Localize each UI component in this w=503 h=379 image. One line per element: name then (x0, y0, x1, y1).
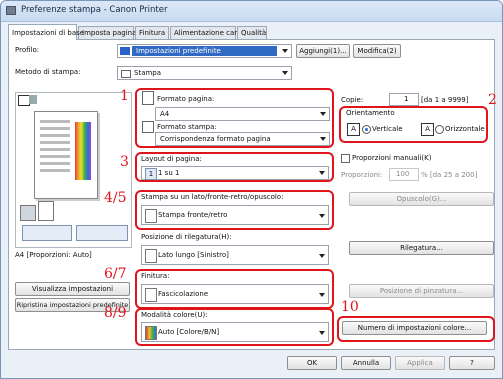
color-mode-icon (145, 326, 157, 340)
chevron-down-icon (319, 254, 325, 258)
profile-select[interactable]: Impostazioni predefinite (117, 44, 292, 58)
ok-button[interactable]: OK (287, 356, 337, 370)
scale-range: % [da 25 a 200] (421, 171, 478, 179)
modify-profile-button[interactable]: Modifica(2) (353, 44, 401, 58)
profile-icon (120, 47, 130, 55)
manual-scaling-checkbox[interactable] (341, 154, 350, 163)
chevron-down-icon (319, 214, 325, 218)
callout-8-9: 8/9 (104, 305, 127, 321)
tab-paper-source[interactable]: Alimentazione carta (170, 26, 244, 39)
tab-page-setup[interactable]: Imposta pagina (78, 26, 136, 39)
landscape-label: Orizzontale (445, 125, 485, 133)
callout-6-7: 6/7 (104, 266, 127, 282)
layout-select[interactable]: 1 1 su 1 (141, 166, 329, 180)
tab-finishing[interactable]: Finitura (135, 26, 169, 39)
chevron-down-icon (319, 331, 325, 335)
binding-layout-icon[interactable] (76, 225, 128, 241)
chevron-down-icon (320, 137, 326, 141)
preview-caption: A4 [Proporzioni: Auto] (15, 251, 92, 259)
chevron-down-icon (319, 171, 325, 175)
callout-2: 2 (488, 92, 497, 108)
callout-10: 10 (341, 299, 359, 315)
output-method-label: Metodo di stampa: (15, 68, 81, 76)
printer-icon (6, 6, 16, 15)
page-size-icon (142, 91, 154, 105)
print-preferences-window: Preferenze stampa - Canon Printer Impost… (0, 0, 503, 379)
portrait-radio[interactable] (362, 125, 371, 134)
tab-basic-settings[interactable]: Impostazioni di base (8, 24, 84, 40)
finishing-value: Fascicolazione (158, 290, 209, 298)
page-preview (34, 111, 98, 199)
page-size-value: A4 (160, 110, 170, 118)
collate-icon (145, 288, 157, 302)
tab-quality[interactable]: Qualità (237, 26, 267, 39)
page-size-label: Formato pagina: (157, 95, 215, 103)
color-bars-graphic (75, 122, 91, 180)
apply-button[interactable]: Applica (395, 356, 445, 370)
binding-icon (145, 249, 157, 263)
duplex-icon (145, 209, 157, 223)
page-size-select[interactable]: A4 (155, 107, 330, 121)
profile-value: Impostazioni predefinite (136, 47, 221, 55)
scale-label: Proporzioni: (341, 171, 383, 179)
output-size-label: Formato stampa: (157, 123, 217, 131)
duplex-select[interactable]: Stampa fronte/retro (141, 205, 329, 225)
title-bar: Preferenze stampa - Canon Printer (1, 1, 502, 22)
scale-input[interactable]: 100 (389, 168, 419, 181)
landscape-view-icon[interactable] (29, 95, 37, 104)
help-button[interactable]: ? (449, 356, 495, 370)
duplex-label: Stampa su un lato/fronte-retro/opuscolo: (141, 193, 284, 201)
printer-icon (20, 205, 36, 221)
copies-range: [da 1 a 9999] (421, 96, 469, 104)
cancel-button[interactable]: Annulla (341, 356, 391, 370)
output-size-select[interactable]: Corrispondenza formato pagina (155, 132, 330, 146)
print-icon (121, 70, 131, 78)
chevron-down-icon (319, 293, 325, 297)
output-size-value: Corrispondenza formato pagina (160, 135, 271, 143)
output-size-icon (142, 121, 154, 133)
duplex-value: Stampa fronte/retro (158, 211, 228, 219)
portrait-icon: A (347, 123, 360, 136)
preview-pane (15, 92, 132, 248)
callout-1: 1 (120, 88, 129, 104)
color-mode-value: Auto [Colore/B/N] (158, 328, 220, 336)
layout-icon: 1 (145, 168, 157, 180)
staple-position-button[interactable]: Posizione di pinzatura... (349, 284, 494, 298)
manual-scaling-label: Proporzioni manuali(K) (352, 154, 432, 162)
copies-value: 1 (404, 95, 409, 103)
chevron-down-icon (320, 112, 326, 116)
binding-value: Lato lungo [Sinistro] (158, 251, 229, 259)
window-title: Preferenze stampa - Canon Printer (21, 5, 168, 15)
output-method-select[interactable]: Stampa (117, 66, 292, 80)
copies-label: Copie: (341, 96, 364, 104)
finishing-select[interactable]: Fascicolazione (141, 284, 329, 304)
output-method-value: Stampa (134, 69, 162, 77)
callout-4-5: 4/5 (104, 190, 127, 206)
basic-settings-panel: Profilo: Impostazioni predefinite Aggiun… (8, 39, 497, 350)
scale-value: 100 (396, 170, 410, 178)
layout-label: Layout di pagina: (141, 155, 202, 163)
booklet-button[interactable]: Opuscolo(G)... (349, 192, 494, 206)
landscape-radio[interactable] (435, 125, 444, 134)
binding-label: Posizione di rilegatura(H): (141, 233, 232, 241)
chevron-down-icon (282, 71, 288, 75)
color-mode-select[interactable]: Auto [Colore/B/N] (141, 322, 329, 342)
add-profile-button[interactable]: Aggiungi(1)... (296, 44, 350, 58)
binding-button[interactable]: Rilegatura... (349, 241, 494, 255)
layout-value: 1 su 1 (158, 169, 180, 177)
page-stack-icon (38, 201, 54, 221)
color-settings-button[interactable]: Numero di impostazioni colore... (342, 321, 487, 335)
landscape-icon: A (421, 123, 434, 136)
color-mode-label: Modalità colore(U): (141, 311, 208, 319)
orientation-label: Orientamento (346, 109, 395, 117)
binding-select[interactable]: Lato lungo [Sinistro] (141, 245, 329, 265)
portrait-label: Verticale (372, 125, 403, 133)
chevron-down-icon (282, 49, 288, 53)
profile-label: Profilo: (15, 46, 40, 54)
duplex-layout-icon[interactable] (22, 225, 72, 241)
callout-3: 3 (120, 154, 129, 170)
copies-input[interactable]: 1 (389, 93, 419, 106)
finishing-label: Finitura: (141, 272, 170, 280)
view-settings-button[interactable]: Visualizza impostazioni (15, 282, 130, 296)
